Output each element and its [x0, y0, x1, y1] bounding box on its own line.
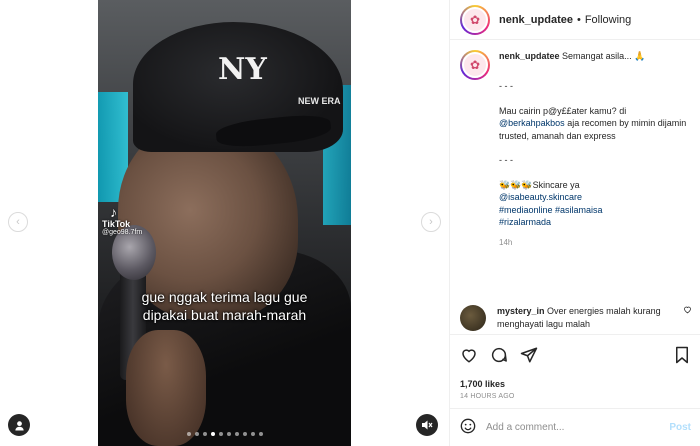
carousel-dot: [258, 432, 263, 436]
caption-promo-text: Mau cairin p@y££ater kamu? di: [499, 105, 627, 116]
mute-button[interactable]: [416, 414, 438, 436]
hand: [126, 330, 206, 446]
cap-logo: NY: [218, 52, 267, 87]
carousel-dot: [218, 432, 223, 436]
post-button[interactable]: Post: [669, 422, 691, 433]
caption-promo: Mau cairin p@y££ater kamu? di @berkahpak…: [499, 105, 690, 143]
comment-item: mystery_in Over energies malah kurang me…: [460, 305, 692, 331]
caption-avatar[interactable]: ✿: [460, 50, 490, 80]
avatar-icon: ✿: [462, 6, 488, 33]
carousel-dot: [234, 432, 239, 436]
caption-intro-text: Semangat asila... 🙏: [562, 51, 646, 61]
post-sidebar: ✿ nenk_updatee • Following ✿ nenk_update…: [449, 0, 700, 446]
tiktok-watermark: ♪ TikTok @geo98.7fm: [102, 205, 142, 236]
tiktok-id: @geo98.7fm: [102, 229, 143, 236]
save-button[interactable]: [673, 346, 691, 364]
chevron-left-icon: ‹: [16, 216, 20, 228]
next-button[interactable]: ›: [421, 212, 441, 232]
comment-icon: [491, 347, 507, 363]
video-player[interactable]: NY NEW ERA ♪ TikTok @geo98.7fm gue nggak…: [98, 0, 351, 446]
hashtags-line-1[interactable]: #mediaonline #asilamaisa: [499, 205, 603, 215]
comment-button[interactable]: [490, 346, 508, 364]
caption-skincare-text: 🐝🐝🐝Skincare ya: [499, 179, 580, 190]
caption: ✿ nenk_updatee Semangat asila... 🙏 - - -…: [450, 40, 700, 290]
likes-count[interactable]: 1,700 likes: [460, 379, 691, 389]
user-tag-icon: [14, 420, 24, 431]
post-timestamp[interactable]: 14 HOURS AGO: [460, 393, 691, 400]
comment-like-button[interactable]: [683, 305, 692, 331]
caption-time: 14h: [499, 237, 513, 247]
bookmark-icon: [676, 346, 688, 364]
carousel-dot: [210, 432, 215, 436]
tiktok-label: TikTok: [102, 219, 131, 229]
video-subtitle: gue nggak terima lagu gue dipakai buat m…: [98, 288, 351, 324]
subtitle-line-2: dipakai buat marah-marah: [142, 307, 307, 323]
heart-icon: [462, 349, 476, 363]
paper-plane-icon: [520, 347, 538, 363]
header-username[interactable]: nenk_updatee: [499, 14, 573, 26]
chevron-right-icon: ›: [429, 216, 433, 228]
caption-username[interactable]: nenk_updatee: [499, 51, 560, 61]
emoji-button[interactable]: [460, 418, 476, 437]
share-button[interactable]: [520, 346, 538, 364]
tagged-users-button[interactable]: [8, 414, 30, 436]
mention-link[interactable]: @berkahpakbos: [499, 118, 565, 128]
cap-brand: NEW ERA: [298, 96, 341, 106]
commenter-username[interactable]: mystery_in: [497, 306, 545, 316]
avatar-icon: ✿: [462, 52, 488, 78]
caption-body: - - - Mau cairin p@y££ater kamu? di @ber…: [499, 80, 690, 249]
action-bar: [460, 345, 691, 365]
speaker-mute-icon: [422, 420, 433, 430]
smiley-icon: [460, 418, 476, 434]
carousel-indicator: [98, 432, 351, 436]
caption-separator-2: - - -: [499, 155, 513, 165]
caption-separator-1: - - -: [499, 81, 513, 91]
header-separator: •: [576, 13, 581, 26]
carousel-dot: [202, 432, 207, 436]
carousel-dot: [194, 432, 199, 436]
carousel-dot: [242, 432, 247, 436]
heart-icon: [684, 306, 691, 314]
avatar[interactable]: ✿: [460, 4, 490, 35]
comment-input[interactable]: [486, 422, 656, 433]
caption-row: ✿ nenk_updatee Semangat asila... 🙏: [460, 50, 690, 80]
add-comment-bar: Post: [450, 408, 700, 446]
caption-skincare: 🐝🐝🐝Skincare ya @isabeauty.skincare #medi…: [499, 179, 690, 229]
commenter-avatar[interactable]: [460, 305, 486, 331]
carousel-dot: [250, 432, 255, 436]
instagram-post-modal: NY NEW ERA ♪ TikTok @geo98.7fm gue nggak…: [0, 0, 700, 446]
comment-text: mystery_in Over energies malah kurang me…: [497, 305, 667, 331]
carousel-dot: [186, 432, 191, 436]
carousel-dot: [226, 432, 231, 436]
subtitle-line-1: gue nggak terima lagu gue: [141, 289, 308, 305]
following-button[interactable]: Following: [585, 14, 631, 26]
like-button[interactable]: [460, 346, 478, 364]
hashtags-line-2[interactable]: #rizalarmada: [499, 217, 551, 227]
media-panel: NY NEW ERA ♪ TikTok @geo98.7fm gue nggak…: [0, 0, 449, 446]
mention-link-2[interactable]: @isabeauty.skincare: [499, 192, 582, 202]
post-actions: 1,700 likes 14 HOURS AGO: [450, 334, 700, 400]
previous-button[interactable]: ‹: [8, 212, 28, 232]
post-header: ✿ nenk_updatee • Following: [450, 0, 700, 40]
caption-intro: nenk_updatee Semangat asila... 🙏: [499, 50, 645, 80]
tiktok-icon: ♪: [110, 204, 117, 220]
